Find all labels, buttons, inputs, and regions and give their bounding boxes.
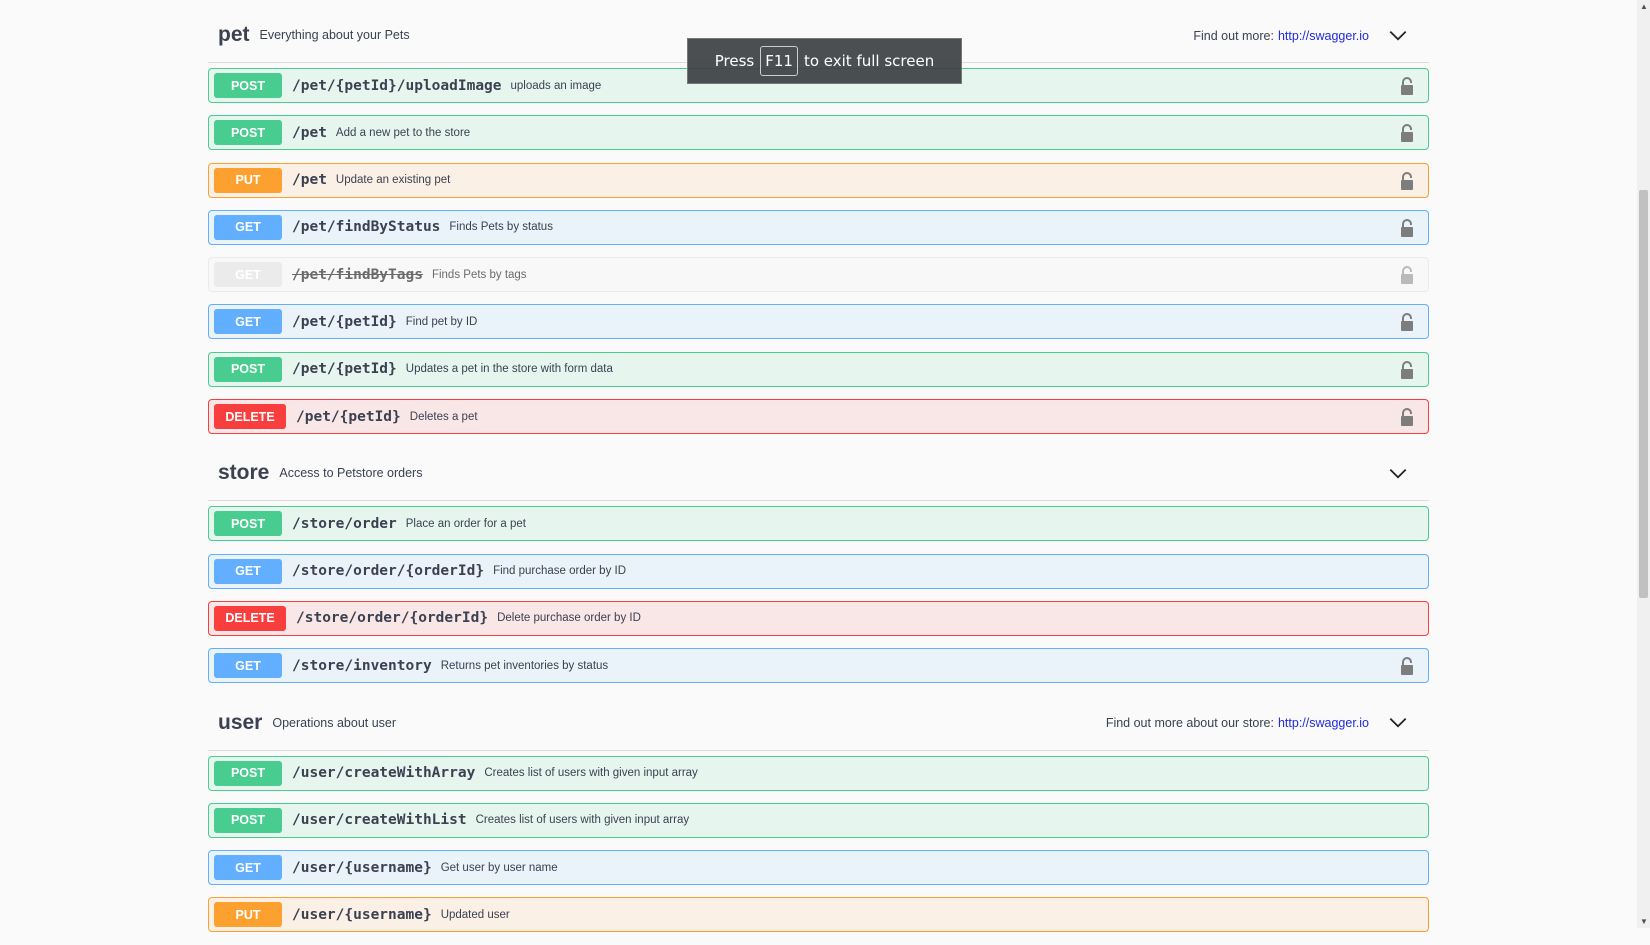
- method-badge: PUT: [214, 167, 282, 193]
- operation-summary: Find pet by ID: [405, 315, 478, 328]
- operation-path: /user/createWithList: [292, 812, 467, 829]
- method-badge: PUT: [214, 902, 282, 928]
- operation-path: /user/{username}: [292, 906, 432, 923]
- scroll-up-icon[interactable]: ▲: [1640, 2, 1648, 11]
- operation-row[interactable]: GET /user/{username} Get user by user na…: [208, 850, 1429, 886]
- operation-path: /pet/{petId}/uploadImage: [292, 77, 502, 94]
- operation-summary: Place an order for a pet: [405, 517, 526, 530]
- operation-row[interactable]: GET /store/order/{orderId} Find purchase…: [208, 553, 1429, 589]
- section-description: Everything about your Pets: [259, 28, 410, 42]
- operation-row[interactable]: POST /store/order Place an order for a p…: [208, 506, 1429, 542]
- lock-icon[interactable]: [1400, 77, 1414, 95]
- operation-summary: Finds Pets by status: [449, 221, 553, 234]
- operation-path: /user/{username}: [292, 859, 432, 876]
- operation-summary: Returns pet inventories by status: [440, 659, 609, 672]
- operation-path: /pet/{petId}: [292, 313, 397, 330]
- operation-summary: Deletes a pet: [409, 410, 478, 423]
- fullscreen-toast: Press F11 to exit full screen: [687, 38, 962, 84]
- lock-icon[interactable]: [1400, 360, 1414, 379]
- find-out-more-label: Find out more about our store:: [1105, 716, 1274, 731]
- toast-press: Press: [714, 52, 755, 70]
- operation-row[interactable]: DELETE /pet/{petId} Deletes a pet: [208, 399, 1429, 435]
- method-badge: GET: [214, 855, 282, 881]
- external-docs-link[interactable]: http://swagger.io: [1278, 716, 1369, 730]
- section-title: store: [218, 461, 270, 485]
- operation-path: /pet/findByStatus: [292, 219, 441, 236]
- method-badge: POST: [214, 760, 282, 786]
- operation-row[interactable]: GET /pet/findByTags Finds Pets by tags: [208, 257, 1429, 293]
- section-header[interactable]: store Access to Petstore orders: [208, 446, 1429, 502]
- method-badge: DELETE: [214, 605, 286, 631]
- lock-icon[interactable]: [1400, 408, 1414, 427]
- operation-row[interactable]: PUT /pet Update an existing pet: [208, 162, 1429, 198]
- section-description: Access to Petstore orders: [279, 466, 423, 481]
- operation-summary: Finds Pets by tags: [431, 268, 527, 281]
- external-docs-link[interactable]: http://swagger.io: [1278, 29, 1369, 43]
- method-badge: GET: [214, 214, 282, 240]
- lock-icon[interactable]: [1400, 171, 1414, 190]
- operation-path: /pet/{petId}: [296, 408, 401, 425]
- scroll-down-icon[interactable]: ▼: [1640, 917, 1648, 926]
- operation-row[interactable]: PUT /user/{username} Updated user: [208, 897, 1429, 933]
- operation-path: /user/createWithArray: [292, 765, 476, 782]
- lock-icon[interactable]: [1400, 124, 1414, 143]
- operation-path: /store/order/{orderId}: [292, 563, 485, 580]
- operations-list: pet Everything about your Pets Find out …: [208, 8, 1429, 945]
- section-header[interactable]: user Operations about user Find out more…: [208, 696, 1429, 751]
- operation-summary: Updated user: [440, 908, 510, 921]
- operation-row[interactable]: GET /pet/{petId} Find pet by ID: [208, 304, 1429, 340]
- scrollbar[interactable]: ▲ ▼: [1637, 0, 1650, 928]
- operation-summary: Add a new pet to the store: [335, 126, 471, 139]
- method-badge: GET: [214, 309, 282, 335]
- operation-path: /pet/{petId}: [292, 361, 397, 378]
- section-description: Operations about user: [272, 715, 397, 730]
- method-badge: POST: [214, 120, 282, 146]
- operation-summary: Updates a pet in the store with form dat…: [405, 363, 613, 376]
- operation-path: /pet: [292, 124, 327, 141]
- operation-summary: Update an existing pet: [335, 174, 451, 187]
- operation-row[interactable]: POST /user/createWithList Creates list o…: [208, 802, 1429, 838]
- method-badge: GET: [214, 653, 282, 679]
- lock-icon[interactable]: [1400, 657, 1414, 676]
- method-badge: GET: [214, 558, 282, 584]
- lock-icon[interactable]: [1400, 266, 1414, 285]
- operation-path: /pet: [292, 172, 327, 189]
- find-out-more-label: Find out more:: [1193, 28, 1274, 43]
- operation-row[interactable]: GET /pet/findByStatus Finds Pets by stat…: [208, 209, 1429, 245]
- method-badge: GET: [214, 262, 282, 288]
- toast-text: to exit full screen: [803, 52, 935, 70]
- lock-icon[interactable]: [1400, 218, 1414, 237]
- operation-summary: Get user by user name: [440, 861, 558, 874]
- chevron-down-icon[interactable]: [1387, 712, 1409, 734]
- section-title: user: [218, 710, 263, 734]
- operation-summary: Find purchase order by ID: [493, 565, 627, 578]
- method-badge: POST: [214, 807, 282, 833]
- lock-icon[interactable]: [1400, 313, 1414, 332]
- operation-row[interactable]: DELETE /store/order/{orderId} Delete pur…: [208, 600, 1429, 636]
- operation-row[interactable]: POST /pet Add a new pet to the store: [208, 115, 1429, 151]
- toast-key: F11: [760, 46, 798, 76]
- operation-summary: Delete purchase order by ID: [497, 612, 641, 625]
- operation-row[interactable]: POST /user/createWithArray Creates list …: [208, 755, 1429, 791]
- method-badge: POST: [214, 73, 282, 98]
- method-badge: POST: [214, 356, 282, 382]
- section-store: store Access to Petstore orders POST /st…: [208, 446, 1429, 684]
- operation-summary: Creates list of users with given input a…: [475, 814, 690, 827]
- operation-path: /store/order: [292, 515, 397, 532]
- operation-path: /store/inventory: [292, 657, 432, 674]
- section-user: user Operations about user Find out more…: [208, 696, 1429, 933]
- operation-row[interactable]: POST /pet/{petId} Updates a pet in the s…: [208, 351, 1429, 387]
- scrollbar-thumb[interactable]: [1639, 190, 1648, 598]
- chevron-down-icon[interactable]: [1387, 463, 1409, 485]
- operation-summary: Creates list of users with given input a…: [484, 767, 698, 780]
- method-badge: POST: [214, 511, 282, 537]
- operation-path: /pet/findByTags: [292, 266, 423, 283]
- method-badge: DELETE: [214, 404, 286, 430]
- section-title: pet: [218, 23, 250, 46]
- chevron-down-icon[interactable]: [1387, 25, 1409, 47]
- operation-row[interactable]: GET /store/inventory Returns pet invento…: [208, 648, 1429, 684]
- operation-path: /store/order/{orderId}: [296, 610, 489, 627]
- operation-summary: uploads an image: [510, 79, 602, 92]
